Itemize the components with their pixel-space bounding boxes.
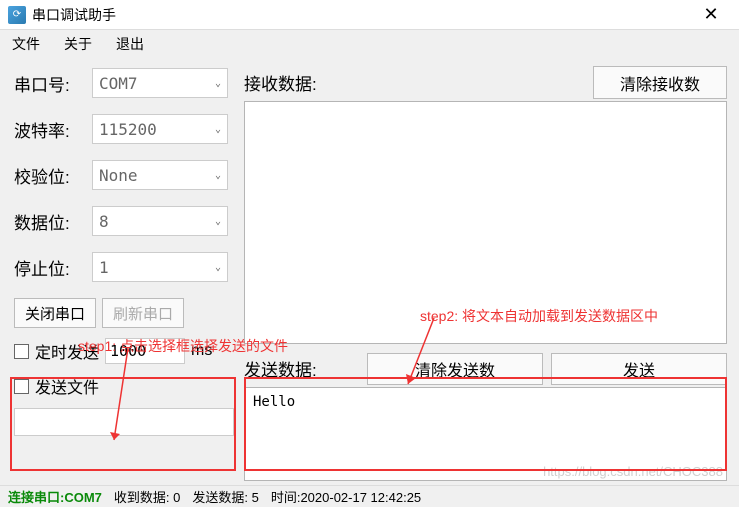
statusbar: 连接串口:COM7 收到数据: 0 发送数据: 5 时间:2020-02-17 … — [0, 485, 739, 507]
interval-unit: ms — [191, 342, 212, 360]
stop-label: 停止位: — [14, 255, 92, 280]
chevron-down-icon: ⌄ — [215, 262, 221, 273]
send-textarea[interactable]: Hello — [244, 387, 727, 481]
parity-combo[interactable]: None ⌄ — [92, 160, 228, 190]
port-label: 串口号: — [14, 71, 92, 96]
send-button[interactable]: 发送 — [551, 353, 727, 385]
port-value: COM7 — [99, 74, 138, 93]
close-icon[interactable]: ✕ — [691, 4, 731, 25]
parity-label: 校验位: — [14, 163, 92, 188]
clear-recv-button[interactable]: 清除接收数 — [593, 66, 727, 99]
stop-combo[interactable]: 1 ⌄ — [92, 252, 228, 282]
status-time: 时间:2020-02-17 12:42:25 — [271, 487, 421, 506]
menubar: 文件 关于 退出 — [0, 30, 739, 58]
left-panel: 串口号: COM7 ⌄ 波特率: 115200 ⌄ 校验位: None ⌄ 数据… — [0, 58, 238, 485]
data-combo[interactable]: 8 ⌄ — [92, 206, 228, 236]
status-connection: 连接串口:COM7 — [8, 487, 102, 506]
menu-exit[interactable]: 退出 — [116, 34, 144, 54]
data-label: 数据位: — [14, 209, 92, 234]
baud-combo[interactable]: 115200 ⌄ — [92, 114, 228, 144]
baud-value: 115200 — [99, 120, 157, 139]
file-path-input[interactable] — [14, 408, 234, 436]
port-combo[interactable]: COM7 ⌄ — [92, 68, 228, 98]
status-sent: 发送数据: 5 — [192, 487, 258, 506]
interval-input[interactable] — [105, 338, 185, 364]
send-label: 发送数据: — [244, 352, 359, 385]
data-value: 8 — [99, 212, 109, 231]
titlebar: ⟳ 串口调试助手 ✕ — [0, 0, 739, 30]
window-title: 串口调试助手 — [32, 5, 691, 25]
recv-textarea[interactable] — [244, 101, 727, 344]
timed-send-label: 定时发送 — [35, 339, 99, 363]
right-panel: 接收数据: 清除接收数 发送数据: 清除发送数 发送 Hello — [238, 58, 739, 485]
app-icon: ⟳ — [8, 6, 26, 24]
recv-label: 接收数据: — [244, 66, 317, 99]
send-file-label: 发送文件 — [35, 374, 99, 398]
clear-send-button[interactable]: 清除发送数 — [367, 353, 543, 385]
close-port-button[interactable]: 关闭串口 — [14, 298, 96, 328]
menu-file[interactable]: 文件 — [12, 34, 40, 54]
refresh-port-button[interactable]: 刷新串口 — [102, 298, 184, 328]
chevron-down-icon: ⌄ — [215, 78, 221, 89]
baud-label: 波特率: — [14, 117, 92, 142]
status-recv: 收到数据: 0 — [114, 487, 180, 506]
stop-value: 1 — [99, 258, 109, 277]
menu-about[interactable]: 关于 — [64, 34, 92, 54]
parity-value: None — [99, 166, 138, 185]
chevron-down-icon: ⌄ — [215, 124, 221, 135]
chevron-down-icon: ⌄ — [215, 170, 221, 181]
chevron-down-icon: ⌄ — [215, 216, 221, 227]
timed-send-checkbox[interactable] — [14, 344, 29, 359]
send-file-checkbox[interactable] — [14, 379, 29, 394]
